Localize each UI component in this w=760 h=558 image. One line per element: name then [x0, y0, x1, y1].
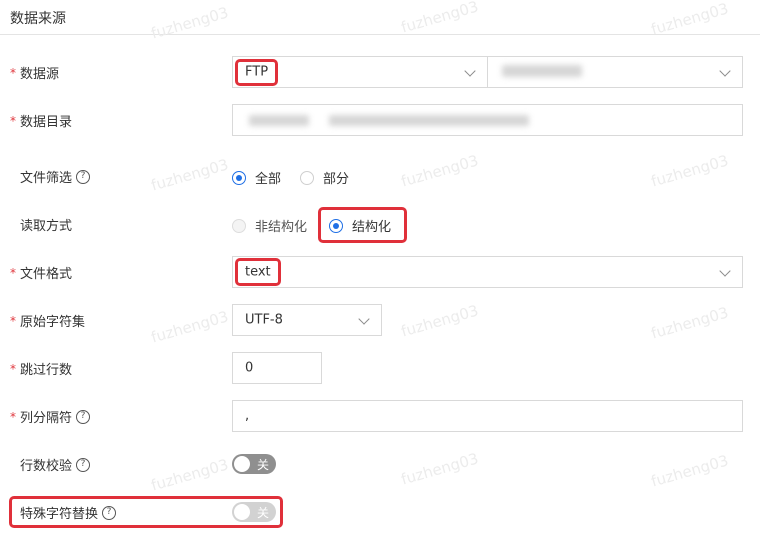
redacted-value — [249, 115, 309, 126]
directory-label: * 数据目录 — [10, 113, 73, 131]
radio-unchecked-icon — [300, 170, 314, 185]
skip-rows-label: * 跳过行数 — [10, 361, 73, 379]
highlight-box — [318, 207, 407, 243]
required-marker: * — [10, 113, 16, 128]
section-header: 数据来源 — [0, 0, 760, 35]
highlight-box — [9, 496, 283, 528]
skip-rows-value: 0 — [245, 360, 254, 376]
datasource-label: * 数据源 — [10, 65, 60, 83]
watermark: fuzheng03 — [399, 301, 481, 341]
required-marker: * — [10, 65, 16, 80]
skip-rows-input[interactable]: 0 — [232, 352, 322, 384]
charset-value: UTF-8 — [245, 312, 283, 328]
charset-label: * 原始字符集 — [10, 313, 86, 331]
chevron-down-icon — [358, 313, 370, 325]
datasource-connection-select[interactable] — [487, 56, 743, 88]
chevron-down-icon — [719, 265, 731, 277]
help-circle-icon[interactable]: ? — [76, 169, 91, 184]
watermark: fuzheng03 — [649, 451, 731, 491]
chevron-down-icon — [719, 65, 731, 77]
directory-input[interactable] — [232, 104, 743, 136]
watermark: fuzheng03 — [399, 449, 481, 489]
help-circle-icon[interactable]: ? — [76, 409, 91, 424]
charset-select[interactable]: UTF-8 — [232, 304, 382, 336]
toggle-state-text: 关 — [256, 458, 269, 472]
radio-read-mode-unstructured[interactable]: 非结构化 — [232, 216, 307, 235]
watermark: fuzheng03 — [149, 307, 231, 347]
required-marker: * — [10, 361, 16, 376]
row-check-toggle[interactable]: 关 — [232, 454, 276, 474]
radio-file-filter-partial[interactable]: 部分 — [300, 168, 349, 187]
watermark: fuzheng03 — [149, 455, 231, 495]
column-separator-value: , — [245, 408, 250, 424]
file-format-select[interactable]: text — [232, 256, 743, 288]
radio-unchecked-icon — [232, 218, 246, 233]
file-filter-label: 文件筛选 ? — [10, 167, 91, 186]
row-check-label: 行数校验 ? — [10, 455, 91, 474]
watermark: fuzheng03 — [649, 303, 731, 343]
watermark: fuzheng03 — [649, 151, 731, 191]
highlight-box — [235, 258, 281, 286]
redacted-value — [329, 115, 529, 126]
required-marker: * — [10, 313, 16, 328]
section-title: 数据来源 — [10, 11, 66, 27]
required-marker: * — [10, 265, 16, 280]
read-mode-label: 读取方式 — [20, 219, 73, 234]
chevron-down-icon — [464, 65, 476, 77]
radio-file-filter-all[interactable]: 全部 — [232, 168, 281, 187]
file-format-label: * 文件格式 — [10, 265, 73, 283]
highlight-box — [235, 59, 278, 86]
watermark: fuzheng03 — [399, 151, 481, 191]
help-circle-icon[interactable]: ? — [76, 457, 91, 472]
radio-checked-icon — [232, 170, 246, 185]
watermark: fuzheng03 — [149, 155, 231, 195]
required-marker: * — [10, 409, 16, 424]
column-separator-label: * 列分隔符 ? — [10, 407, 91, 426]
redacted-value — [502, 65, 582, 77]
column-separator-input[interactable]: , — [232, 400, 743, 432]
toggle-knob — [234, 456, 250, 472]
